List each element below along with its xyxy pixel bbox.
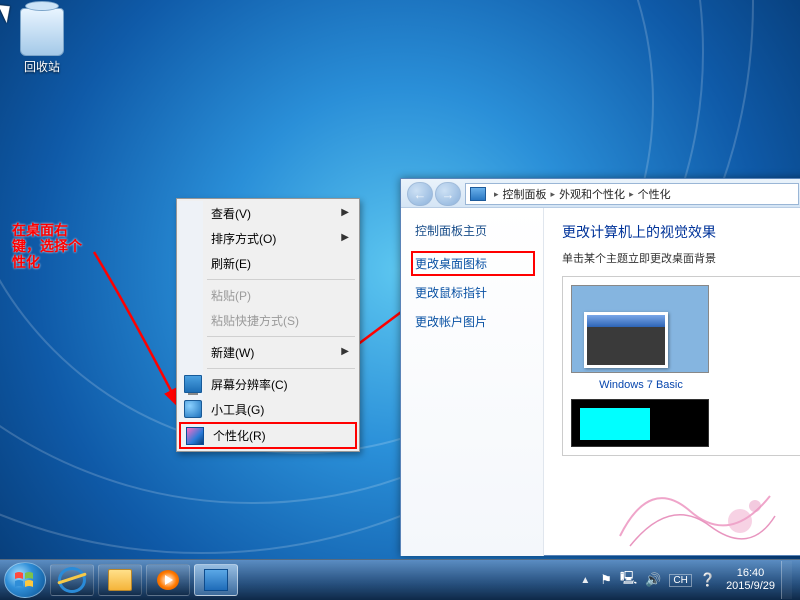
- recycle-bin-label: 回收站: [14, 58, 70, 75]
- breadcrumb[interactable]: ▸ 控制面板 ▸ 外观和个性化 ▸ 个性化: [465, 183, 799, 205]
- taskbar-media-player[interactable]: [146, 564, 190, 596]
- theme-thumbnail: [571, 285, 709, 373]
- side-panel: 控制面板主页 更改桌面图标 更改鼠标指针 更改帐户图片: [401, 208, 544, 556]
- arrow-right-icon: →: [442, 187, 455, 202]
- menu-personalize-label: 个性化(R): [213, 429, 266, 443]
- menu-gadgets[interactable]: 小工具(G): [179, 397, 357, 422]
- taskbar-control-panel[interactable]: [194, 564, 238, 596]
- page-title: 更改计算机上的视觉效果: [562, 222, 800, 242]
- menu-paste-label: 粘贴(P): [211, 289, 251, 303]
- chevron-right-icon: ▸: [494, 189, 499, 200]
- theme-list: Windows 7 Basic: [562, 276, 800, 456]
- menu-new-label: 新建(W): [211, 346, 254, 360]
- monitor-icon: [184, 375, 202, 393]
- main-panel: 更改计算机上的视觉效果 单击某个主题立即更改桌面背景 Windows 7 Bas…: [544, 208, 800, 556]
- personalize-icon: [186, 427, 204, 445]
- show-desktop-button[interactable]: [781, 561, 792, 599]
- volume-icon[interactable]: 🔊: [645, 572, 661, 588]
- menu-sort[interactable]: 排序方式(O) ▶: [179, 226, 357, 251]
- side-header: 控制面板主页: [415, 222, 535, 239]
- window-titlebar[interactable]: ← → ▸ 控制面板 ▸ 外观和个性化 ▸ 个性化: [401, 179, 800, 208]
- menu-view[interactable]: 查看(V) ▶: [179, 201, 357, 226]
- link-change-desktop-icons[interactable]: 更改桌面图标: [411, 251, 535, 276]
- ie-icon: [58, 567, 86, 593]
- ime-indicator[interactable]: CH: [669, 574, 691, 587]
- menu-gadgets-label: 小工具(G): [211, 403, 264, 417]
- chevron-right-icon: ▸: [551, 189, 556, 200]
- system-tray: ▲ ⚑ 🖳 🔊 CH ❔ 16:40 2015/9/29: [580, 561, 796, 599]
- taskbar-ie[interactable]: [50, 564, 94, 596]
- start-button[interactable]: [4, 562, 46, 598]
- chevron-right-icon: ▶: [341, 232, 349, 243]
- breadcrumb-root[interactable]: 控制面板: [503, 186, 547, 202]
- clock-date: 2015/9/29: [726, 580, 775, 593]
- help-icon[interactable]: ❔: [700, 572, 716, 588]
- chevron-right-icon: ▸: [629, 189, 634, 200]
- menu-paste-shortcut-label: 粘贴快捷方式(S): [211, 314, 299, 328]
- theme-label: Windows 7 Basic: [599, 379, 683, 391]
- chevron-right-icon: ▶: [341, 207, 349, 218]
- menu-paste-shortcut: 粘贴快捷方式(S): [179, 308, 357, 333]
- menu-personalize[interactable]: 个性化(R): [179, 422, 357, 449]
- annotation-text: 在桌面右键，选择个性化: [12, 222, 92, 270]
- arrow-left-icon: ←: [414, 187, 427, 202]
- recycle-bin-icon: [20, 8, 64, 56]
- gadget-icon: [184, 400, 202, 418]
- media-player-icon: [157, 570, 179, 590]
- nav-forward-button[interactable]: →: [435, 182, 461, 206]
- link-change-account-picture[interactable]: 更改帐户图片: [415, 313, 535, 330]
- chevron-right-icon: ▶: [341, 346, 349, 357]
- taskbar-clock[interactable]: 16:40 2015/9/29: [726, 567, 775, 593]
- nav-back-button[interactable]: ←: [407, 182, 433, 206]
- recycle-bin[interactable]: 回收站: [14, 8, 70, 75]
- control-panel-icon: [470, 187, 486, 201]
- folder-icon: [108, 569, 132, 591]
- tray-overflow-button[interactable]: ▲: [580, 575, 590, 586]
- menu-sort-label: 排序方式(O): [211, 232, 276, 246]
- menu-new[interactable]: 新建(W) ▶: [179, 340, 357, 365]
- action-center-icon[interactable]: ⚑: [600, 572, 612, 588]
- breadcrumb-mid[interactable]: 外观和个性化: [559, 186, 625, 202]
- theme-thumbnail-hc: [571, 399, 709, 447]
- control-panel-icon: [204, 569, 228, 591]
- menu-refresh-label: 刷新(E): [211, 257, 251, 271]
- menu-view-label: 查看(V): [211, 207, 251, 221]
- breadcrumb-leaf[interactable]: 个性化: [638, 186, 671, 202]
- clock-time: 16:40: [726, 567, 775, 580]
- network-icon[interactable]: 🖳: [620, 569, 637, 591]
- windows-logo-icon: [14, 571, 34, 589]
- menu-resolution[interactable]: 屏幕分辨率(C): [179, 372, 357, 397]
- taskbar-explorer[interactable]: [98, 564, 142, 596]
- menu-paste: 粘贴(P): [179, 283, 357, 308]
- personalization-window: ← → ▸ 控制面板 ▸ 外观和个性化 ▸ 个性化 控制面板主页 更改桌面图标 …: [400, 178, 800, 556]
- menu-resolution-label: 屏幕分辨率(C): [211, 378, 288, 392]
- desktop-context-menu: 查看(V) ▶ 排序方式(O) ▶ 刷新(E) 粘贴(P) 粘贴快捷方式(S) 新建…: [176, 198, 360, 452]
- page-subtitle: 单击某个主题立即更改桌面背景: [562, 250, 800, 266]
- taskbar: ▲ ⚑ 🖳 🔊 CH ❔ 16:40 2015/9/29: [0, 559, 800, 600]
- theme-win7-basic[interactable]: Windows 7 Basic: [571, 285, 711, 447]
- link-change-mouse-pointer[interactable]: 更改鼠标指针: [415, 284, 535, 301]
- menu-refresh[interactable]: 刷新(E): [179, 251, 357, 276]
